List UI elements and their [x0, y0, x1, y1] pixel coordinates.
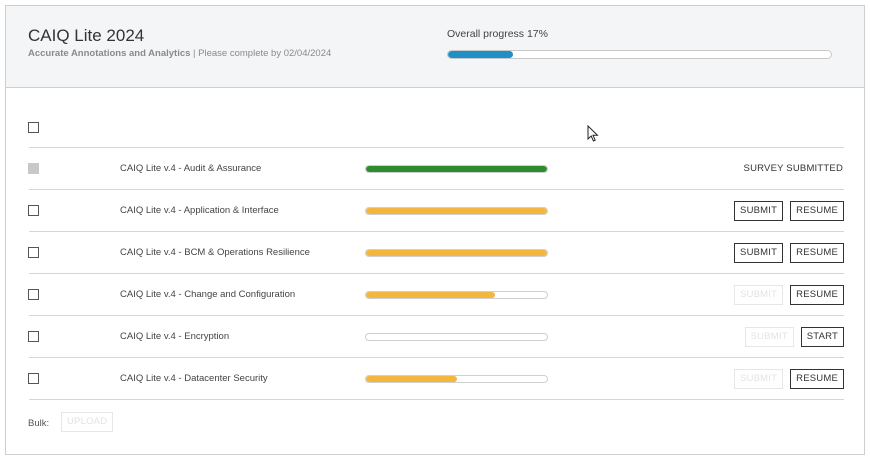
survey-title: CAIQ Lite v.4 - BCM & Operations Resilie…	[120, 247, 310, 258]
survey-checkbox[interactable]	[28, 205, 39, 216]
overall-progress-fill	[448, 51, 514, 58]
start-button[interactable]: START	[800, 327, 844, 347]
survey-title: CAIQ Lite v.4 - Audit & Assurance	[120, 163, 262, 174]
survey-progress-bar	[365, 249, 548, 257]
submit-button[interactable]: SUBMIT	[744, 327, 794, 347]
resume-button[interactable]: RESUME	[790, 201, 844, 221]
survey-checkbox[interactable]	[28, 373, 39, 384]
survey-actions: SUBMIT RESUME	[734, 369, 844, 389]
submit-button[interactable]: SUBMIT	[734, 285, 784, 305]
overall-progress-label: Overall progress 17%	[447, 28, 548, 40]
survey-progress-fill	[366, 208, 547, 214]
survey-progress-bar	[365, 333, 548, 341]
overall-progress-bar	[447, 50, 832, 59]
survey-progress-bar	[365, 291, 548, 299]
survey-panel: CAIQ Lite 2024 Accurate Annotations and …	[5, 5, 865, 455]
survey-row: CAIQ Lite v.4 - BCM & Operations Resilie…	[6, 232, 864, 274]
survey-status: SURVEY SUBMITTED	[743, 163, 843, 174]
organization-name: Accurate Annotations and Analytics	[28, 48, 191, 59]
survey-progress-fill	[366, 292, 495, 298]
survey-title: CAIQ Lite v.4 - Application & Interface	[120, 205, 279, 216]
survey-row: CAIQ Lite v.4 - Datacenter Security SUBMI…	[6, 358, 864, 400]
survey-progress-bar	[365, 375, 548, 383]
survey-checkbox	[28, 163, 39, 174]
survey-header: CAIQ Lite 2024 Accurate Annotations and …	[6, 6, 864, 88]
survey-progress-fill	[366, 166, 547, 172]
survey-title: CAIQ Lite v.4 - Datacenter Security	[120, 373, 268, 384]
survey-title: CAIQ Lite v.4 - Change and Configuration	[120, 289, 296, 300]
resume-button[interactable]: RESUME	[790, 369, 844, 389]
survey-progress-bar	[365, 165, 548, 173]
divider	[29, 399, 844, 400]
page-subtitle: Accurate Annotations and Analytics | Ple…	[28, 48, 331, 59]
survey-actions: SUBMIT RESUME	[734, 243, 844, 263]
survey-progress-fill	[366, 376, 457, 382]
select-all-checkbox[interactable]	[28, 122, 39, 133]
survey-actions: SUBMIT START	[744, 327, 844, 347]
survey-checkbox[interactable]	[28, 247, 39, 258]
submit-button[interactable]: SUBMIT	[734, 369, 784, 389]
survey-title: CAIQ Lite v.4 - Encryption	[120, 331, 230, 342]
survey-row: CAIQ Lite v.4 - Change and Configuration…	[6, 274, 864, 316]
submit-button[interactable]: SUBMIT	[734, 201, 784, 221]
subtitle-separator: |	[190, 48, 199, 59]
survey-actions: SUBMIT RESUME	[734, 201, 844, 221]
survey-checkbox[interactable]	[28, 289, 39, 300]
survey-row: CAIQ Lite v.4 - Audit & Assurance SURVEY …	[6, 148, 864, 190]
page-title: CAIQ Lite 2024	[28, 26, 145, 45]
survey-progress-fill	[366, 250, 547, 256]
survey-checkbox[interactable]	[28, 331, 39, 342]
survey-actions: SUBMIT RESUME	[734, 285, 844, 305]
survey-progress-bar	[365, 207, 548, 215]
bulk-label: Bulk:	[28, 418, 50, 429]
bulk-upload-button[interactable]: UPLOAD	[61, 412, 114, 432]
survey-row: CAIQ Lite v.4 - Application & Interface S…	[6, 190, 864, 232]
submit-button[interactable]: SUBMIT	[734, 243, 784, 263]
survey-row: CAIQ Lite v.4 - Encryption SUBMIT START	[6, 316, 864, 358]
resume-button[interactable]: RESUME	[790, 243, 844, 263]
resume-button[interactable]: RESUME	[790, 285, 844, 305]
deadline-text: Please complete by 02/04/2024	[198, 48, 332, 59]
mouse-cursor-icon	[587, 125, 599, 142]
